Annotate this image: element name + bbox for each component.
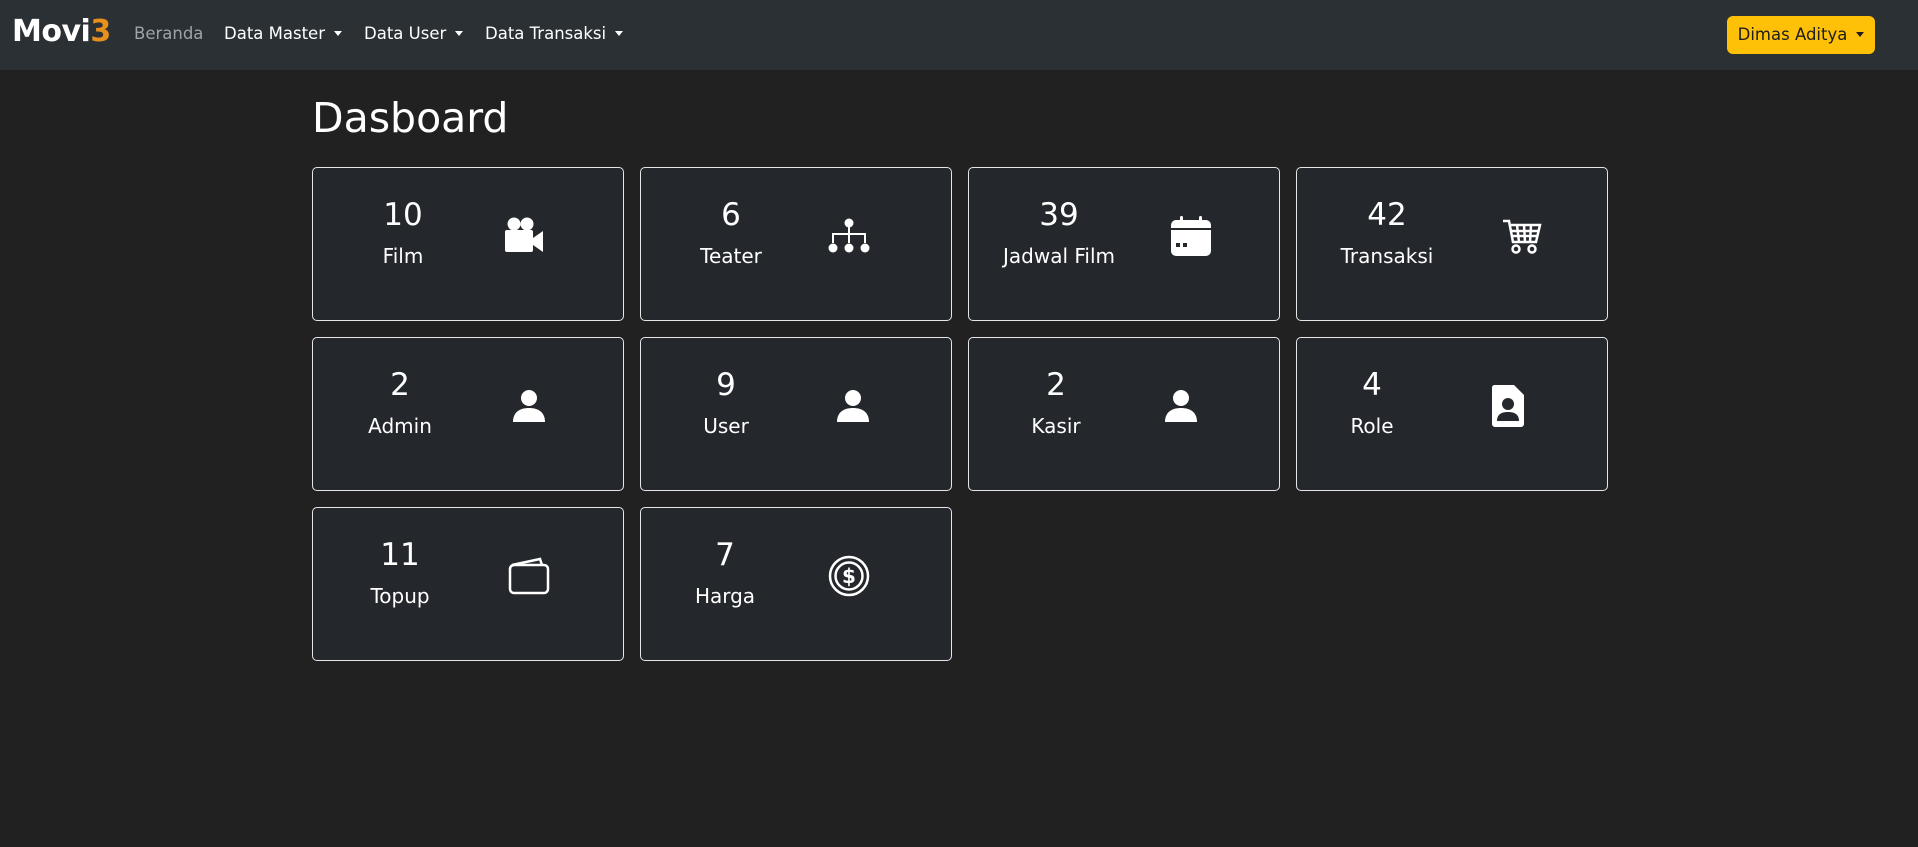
caret-down-icon: [615, 31, 624, 36]
calendar-icon: [1156, 208, 1226, 264]
cart-icon: [1487, 208, 1557, 264]
stat-label: Teater: [700, 244, 762, 268]
stat-card-harga[interactable]: 7 Harga $: [640, 507, 952, 661]
person-icon: [1146, 378, 1216, 434]
stat-card-user[interactable]: 9 User: [640, 337, 952, 491]
stat-value: 10: [383, 197, 423, 233]
sitemap-icon: [814, 208, 884, 264]
person-icon: [818, 378, 888, 434]
page-title: Dasboard: [312, 94, 509, 142]
nav-dropdown-data-user[interactable]: Data User: [364, 22, 464, 46]
stat-card-transaksi[interactable]: 42 Transaksi: [1296, 167, 1608, 321]
user-menu-button[interactable]: Dimas Aditya: [1727, 16, 1875, 54]
stat-label: Role: [1350, 414, 1394, 438]
stat-card-jadwal-film[interactable]: 39 Jadwal Film: [968, 167, 1280, 321]
nav-link-label: Data Master: [224, 24, 325, 43]
stat-value: 6: [721, 197, 741, 233]
brand-logo[interactable]: Movi3: [12, 12, 111, 52]
caret-down-icon: [1856, 32, 1865, 37]
person-badge-icon: [1473, 378, 1543, 434]
stat-value: 4: [1362, 367, 1382, 403]
caret-down-icon: [455, 31, 464, 36]
stat-value: 39: [1039, 197, 1079, 233]
stat-card-film[interactable]: 10 Film: [312, 167, 624, 321]
stat-value: 9: [716, 367, 736, 403]
stat-label: Harga: [694, 584, 756, 608]
stat-label: Film: [382, 244, 424, 268]
stat-value: 2: [390, 367, 410, 403]
stat-label: Kasir: [1031, 414, 1081, 438]
caret-down-icon: [334, 31, 342, 36]
stat-label: Transaksi: [1340, 244, 1434, 268]
wallet-icon: [494, 548, 564, 604]
stat-value: 7: [715, 537, 735, 573]
top-navbar: Movi3 Beranda Data Master Data User Data…: [0, 0, 1918, 70]
stat-card-admin[interactable]: 2 Admin: [312, 337, 624, 491]
nav-link-label: Beranda: [134, 24, 204, 43]
nav-link-beranda[interactable]: Beranda: [134, 22, 203, 46]
user-name: Dimas Aditya: [1737, 25, 1848, 44]
stat-card-role[interactable]: 4 Role: [1296, 337, 1608, 491]
stat-label: User: [703, 414, 749, 438]
stat-value: 2: [1046, 367, 1066, 403]
stat-label: Topup: [370, 584, 430, 608]
svg-text:$: $: [842, 564, 856, 588]
nav-dropdown-data-transaksi[interactable]: Data Transaksi: [485, 22, 624, 46]
nav-dropdown-data-master[interactable]: Data Master: [224, 22, 342, 46]
stat-value: 11: [380, 537, 420, 573]
video-camera-icon: [488, 208, 558, 264]
nav-link-label: Data User: [364, 24, 447, 43]
coin-icon: $: [814, 548, 884, 604]
nav-link-label: Data Transaksi: [485, 24, 607, 43]
stat-label: Jadwal Film: [1002, 244, 1116, 268]
stat-value: 42: [1367, 197, 1407, 233]
stat-card-kasir[interactable]: 2 Kasir: [968, 337, 1280, 491]
stat-card-topup[interactable]: 11 Topup: [312, 507, 624, 661]
stat-label: Admin: [368, 414, 432, 438]
stat-card-teater[interactable]: 6 Teater: [640, 167, 952, 321]
brand-accent: 3: [90, 14, 111, 49]
person-icon: [494, 378, 564, 434]
brand-name: Movi: [12, 14, 91, 49]
